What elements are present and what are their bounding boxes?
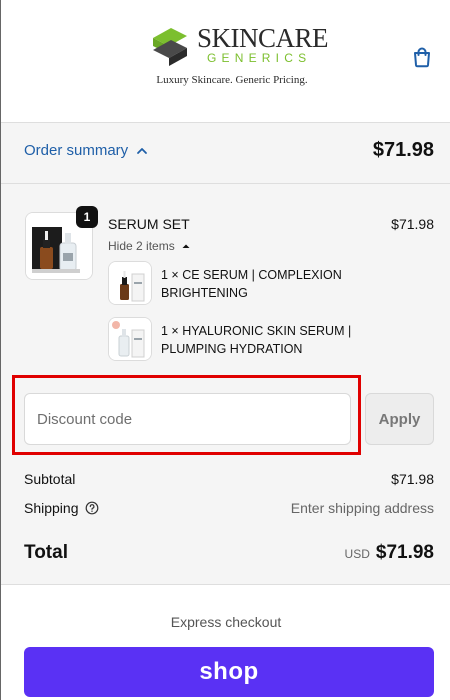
brand-subword: GENERICS <box>207 51 312 65</box>
ce-serum-image <box>109 262 151 304</box>
sub-item-label: 1 × CE SERUM | COMPLEXION BRIGHTENING <box>161 268 342 300</box>
total-currency: USD <box>344 547 370 561</box>
total-value-group: USD $71.98 <box>345 542 434 564</box>
discount-code-input[interactable] <box>24 393 351 445</box>
product-title: SERUM SET <box>108 216 190 232</box>
quantity-badge: 1 <box>76 206 98 228</box>
chevron-up-icon <box>182 244 190 248</box>
hide-items-toggle[interactable]: Hide 2 items <box>108 239 191 253</box>
shipping-value: Enter shipping address <box>290 500 434 516</box>
order-summary-total: $71.98 <box>372 139 434 161</box>
shop-pay-button[interactable]: shop <box>24 647 434 697</box>
shopping-bag-icon[interactable] <box>411 46 433 68</box>
sub-item-thumbnail <box>108 261 152 305</box>
subtotal-value: $71.98 <box>391 471 434 487</box>
express-checkout-title: Express checkout <box>170 614 282 630</box>
total-amount: $71.98 <box>375 542 434 563</box>
help-circle-icon[interactable] <box>85 501 99 515</box>
sub-item-label: 1 × HYALURONIC SKIN SERUM | PLUMPING HYD… <box>161 324 352 356</box>
order-summary-label: Order summary <box>24 142 129 159</box>
product-price: $71.98 <box>391 216 434 232</box>
logo-mark-icon <box>153 28 187 66</box>
brand-logo[interactable]: SKINCARE GENERICS Luxury Skincare. Gener… <box>147 18 329 94</box>
order-summary-toggle[interactable]: Order summary <box>24 142 148 159</box>
total-label: Total <box>24 542 68 563</box>
hyaluronic-serum-image <box>109 318 151 360</box>
brand-word: SKINCARE <box>197 23 329 53</box>
shipping-row-label: Shipping <box>24 500 99 516</box>
header: SKINCARE GENERICS Luxury Skincare. Gener… <box>1 0 450 122</box>
checkout-frame: SKINCARE GENERICS Luxury Skincare. Gener… <box>0 0 450 700</box>
hide-items-label: Hide 2 items <box>108 239 175 253</box>
subtotal-label: Subtotal <box>24 471 76 487</box>
chevron-up-icon <box>137 147 148 154</box>
apply-discount-button[interactable]: Apply <box>365 393 434 445</box>
shipping-label: Shipping <box>24 500 79 516</box>
brand-tagline: Luxury Skincare. Generic Pricing. <box>156 74 308 86</box>
order-summary-bar: Order summary $71.98 <box>1 122 450 184</box>
shop-pay-label: shop <box>199 658 259 685</box>
express-checkout-section: Express checkout shop <box>1 584 450 700</box>
order-summary-content: 1 SERUM SET $71.98 Hide 2 items 1 × CE S… <box>1 184 450 584</box>
sub-item-thumbnail <box>108 317 152 361</box>
